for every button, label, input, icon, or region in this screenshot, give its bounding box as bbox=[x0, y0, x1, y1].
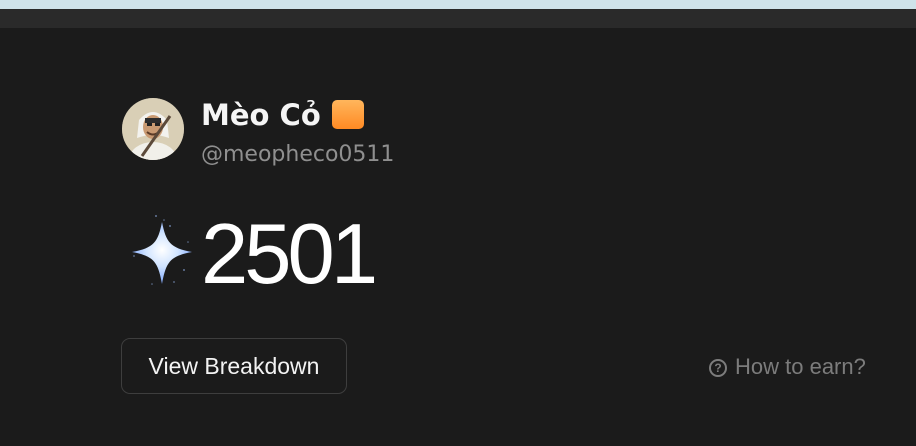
sparkle-icon bbox=[126, 212, 198, 292]
window-top-accent bbox=[0, 0, 916, 9]
avatar bbox=[122, 98, 184, 160]
points-balance: 2501 bbox=[201, 207, 378, 302]
orange-square-emoji-icon bbox=[332, 100, 364, 129]
window-top-bar bbox=[0, 9, 916, 28]
question-circle-icon: ? bbox=[709, 359, 727, 377]
how-to-earn-link[interactable]: ? How to earn? bbox=[709, 354, 866, 380]
view-breakdown-button[interactable]: View Breakdown bbox=[121, 338, 347, 394]
username-handle: @meopheco0511 bbox=[201, 142, 395, 167]
how-to-earn-label: How to earn? bbox=[735, 354, 866, 379]
display-name: Mèo Cỏ bbox=[201, 98, 321, 132]
